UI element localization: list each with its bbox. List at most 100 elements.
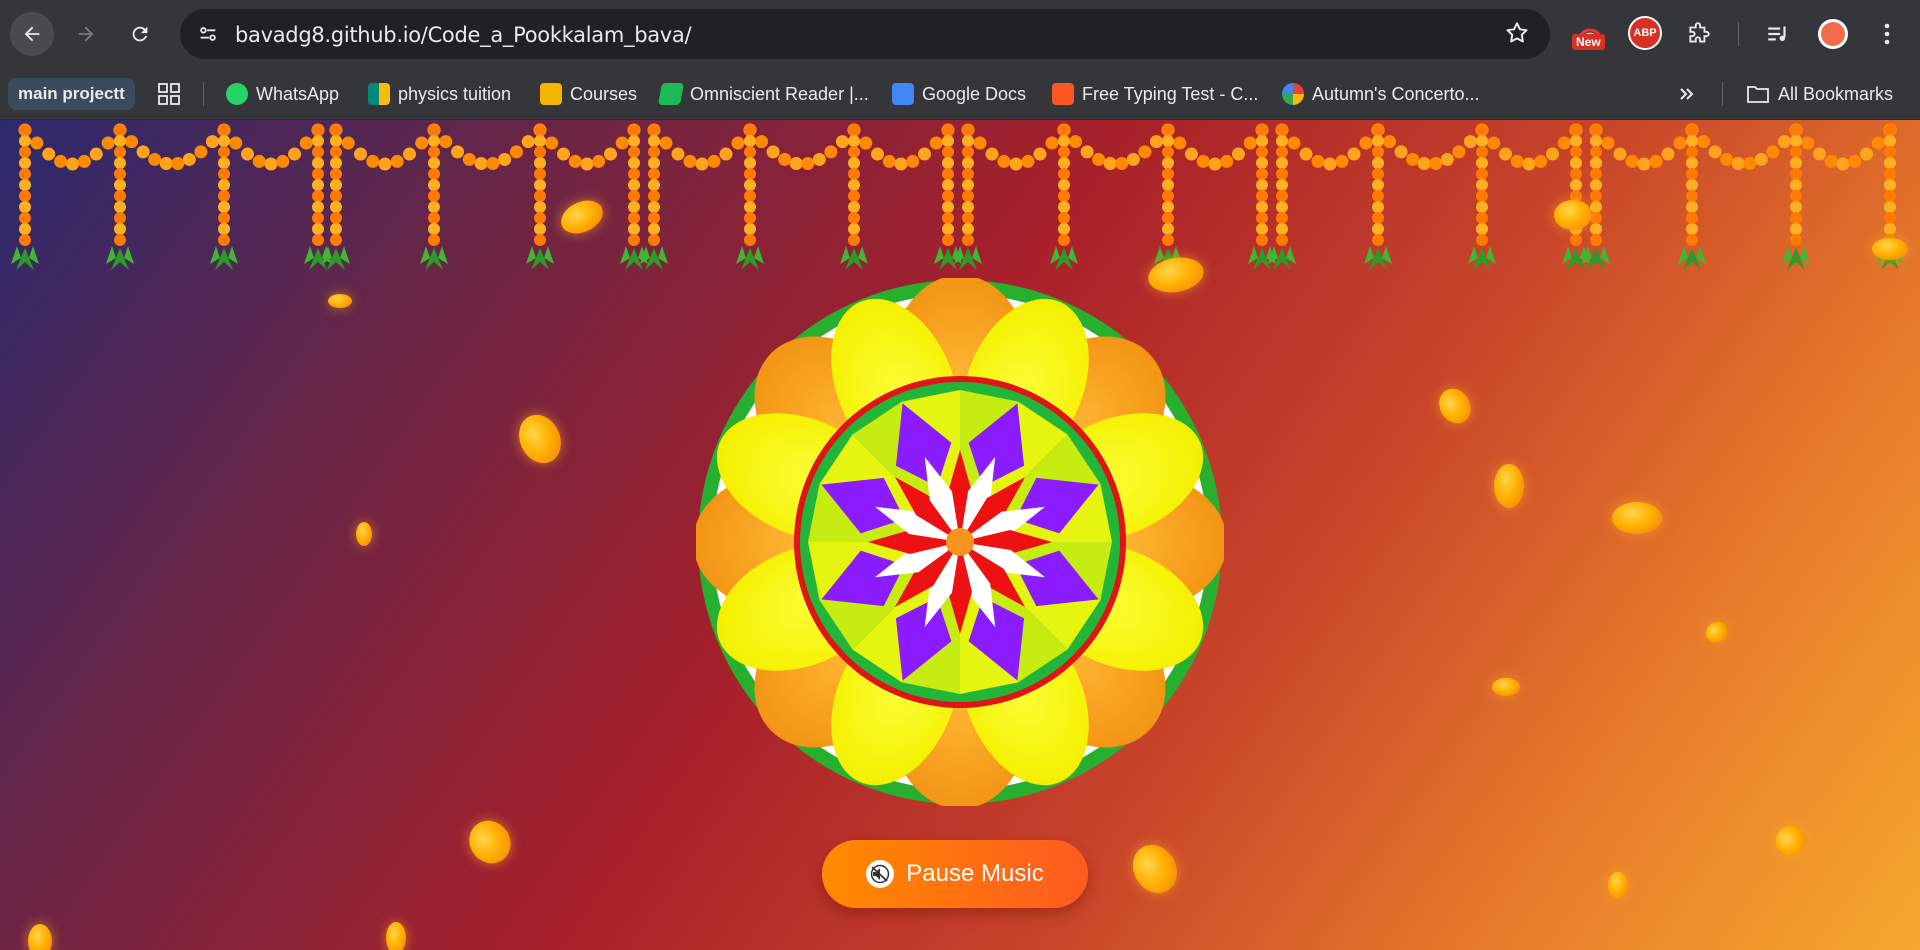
marigold-bead: [1276, 135, 1288, 147]
marigold-bead: [114, 135, 126, 147]
marigold-bead: [942, 234, 954, 246]
marigold-bead: [218, 234, 230, 246]
marigold-bead: [1686, 179, 1698, 191]
marigold-bead: [1372, 190, 1384, 202]
marigold-bead: [1256, 124, 1268, 136]
folder-icon: [1747, 86, 1769, 103]
marigold-bead: [628, 212, 640, 224]
bookmark-star-icon[interactable]: [1504, 20, 1530, 51]
marigold-bead: [628, 234, 640, 246]
marigold-bead: [1499, 147, 1512, 161]
marigold-bead: [114, 124, 126, 136]
marigold-bead: [428, 168, 440, 180]
marigold-bead: [1686, 223, 1698, 235]
marigold-bead: [1625, 154, 1639, 168]
marigold-bead: [962, 124, 974, 136]
marigold-bead: [942, 135, 954, 147]
marigold-bead: [962, 201, 974, 213]
bookmark-free-typing-test[interactable]: Free Typing Test - C...: [1052, 78, 1258, 110]
adblock-icon[interactable]: ABP: [1628, 16, 1662, 50]
marigold-bead: [114, 146, 126, 158]
menu-kebab-icon[interactable]: [1867, 14, 1907, 54]
media-queue-icon[interactable]: [1758, 14, 1798, 54]
url-text[interactable]: bavadg8.github.io/Code_a_Pookkalam_bava/: [235, 23, 692, 47]
pause-music-button[interactable]: Pause Music: [822, 840, 1088, 908]
marigold-bead: [1590, 157, 1602, 169]
marigold-bead: [534, 157, 546, 169]
marigold-bead: [1570, 146, 1582, 158]
falling-petal: [28, 924, 52, 950]
marigold-bead: [498, 152, 512, 166]
bookmark-autumns-concerto[interactable]: Autumn's Concerto...: [1282, 78, 1480, 110]
bookmarks-bar: main projectt WhatsApp physics tuition C…: [0, 68, 1920, 120]
marigold-bead: [1256, 146, 1268, 158]
marigold-bead: [1570, 234, 1582, 246]
address-bar[interactable]: bavadg8.github.io/Code_a_Pookkalam_bava/: [180, 9, 1550, 59]
site-settings-icon[interactable]: [192, 18, 224, 50]
marigold-bead: [19, 212, 31, 224]
marigold-bead: [1720, 152, 1734, 166]
marigold-bead: [1417, 156, 1431, 170]
bookmark-physics-tuition[interactable]: physics tuition: [368, 78, 511, 110]
marigold-bead: [330, 168, 342, 180]
marigold-bead: [1754, 152, 1768, 166]
marigold-bead: [744, 124, 756, 136]
marigold-bead: [1069, 135, 1083, 149]
marigold-bead: [962, 234, 974, 246]
more-bookmarks-chevron-icon[interactable]: [1678, 78, 1696, 110]
falling-petal: [1494, 464, 1524, 508]
browser-toolbar: bavadg8.github.io/Code_a_Pookkalam_bava/…: [0, 0, 1920, 68]
extensions-puzzle-icon[interactable]: [1679, 14, 1719, 54]
marigold-bead: [1092, 152, 1106, 166]
bookmark-google-docs[interactable]: Google Docs: [892, 78, 1026, 110]
marigold-bead: [1731, 156, 1745, 170]
marigold-bead: [628, 135, 640, 147]
reload-button[interactable]: [118, 12, 162, 56]
marigold-bead: [312, 124, 324, 136]
marigold-bead: [1590, 223, 1602, 235]
marigold-bead: [114, 223, 126, 235]
all-bookmarks-folder[interactable]: All Bookmarks: [1746, 78, 1893, 110]
marigold-bead: [114, 190, 126, 202]
marigold-bead: [1383, 135, 1397, 149]
marigold-bead: [330, 201, 342, 213]
marigold-bead: [628, 168, 640, 180]
marigold-bead: [1058, 168, 1070, 180]
marigold-bead: [1276, 146, 1288, 158]
marigold-bead: [42, 147, 56, 161]
marigold-bead: [744, 168, 756, 180]
bookmark-omniscient-reader[interactable]: Omniscient Reader |...: [658, 78, 869, 110]
marigold-bead: [218, 212, 230, 224]
marigold-bead: [985, 147, 999, 161]
bookmark-courses[interactable]: Courses: [540, 78, 637, 110]
marigold-bead: [1476, 201, 1488, 213]
forward-button[interactable]: [64, 12, 108, 56]
marigold-bead: [1372, 124, 1384, 136]
marigold-bead: [1884, 168, 1896, 180]
bookmark-whatsapp[interactable]: WhatsApp: [226, 78, 339, 110]
marigold-bead: [509, 145, 523, 159]
falling-petal: [1872, 238, 1908, 260]
marigold-bead: [330, 234, 342, 246]
whatsapp-icon: [226, 83, 248, 105]
marigold-bead: [171, 156, 185, 170]
marigold-bead: [1686, 124, 1698, 136]
profile-avatar[interactable]: [1813, 14, 1853, 54]
marigold-bead: [1546, 147, 1559, 161]
marigold-bead: [1590, 179, 1602, 191]
marigold-bead: [1871, 136, 1885, 150]
back-button[interactable]: [10, 12, 54, 56]
marigold-bead: [1590, 135, 1602, 147]
marigold-bead: [648, 201, 660, 213]
marigold-bead: [942, 157, 954, 169]
marigold-bead: [1836, 157, 1850, 171]
marigold-bead: [1522, 157, 1536, 171]
bookmark-folder-main[interactable]: main projectt: [8, 78, 135, 110]
marigold-bead: [474, 156, 488, 170]
marigold-bead: [330, 124, 342, 136]
marigold-bead: [659, 136, 673, 150]
marigold-bead: [719, 147, 733, 161]
marigold-bead: [1777, 135, 1791, 149]
marigold-bead: [1256, 201, 1268, 213]
apps-grid-icon[interactable]: [158, 78, 180, 110]
